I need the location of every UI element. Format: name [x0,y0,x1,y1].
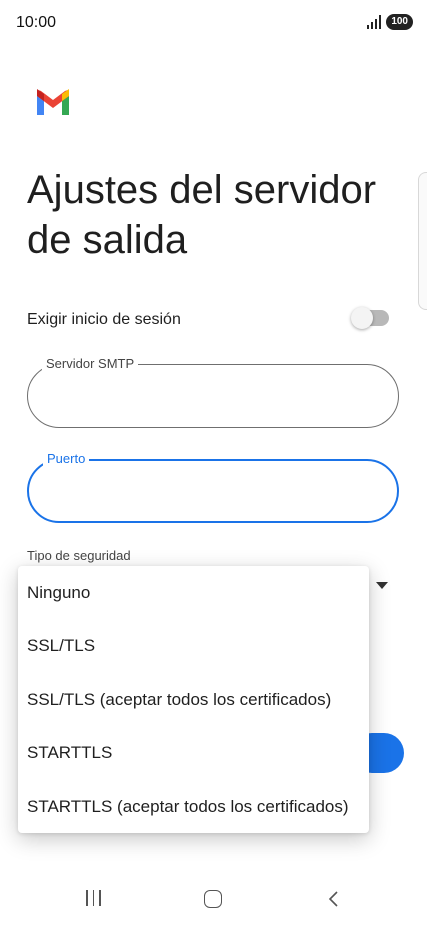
login-required-toggle[interactable] [351,307,389,329]
home-icon[interactable] [204,890,222,908]
gmail-logo-icon [37,89,69,115]
security-type-label: Tipo de seguridad [27,548,131,563]
port-input[interactable] [47,477,381,509]
security-type-menu: Ninguno SSL/TLS SSL/TLS (aceptar todos l… [18,566,369,833]
port-label: Puerto [43,451,90,467]
signal-icon [367,15,382,29]
menu-item-ssl-tls-all-certs[interactable]: SSL/TLS (aceptar todos los certificados) [18,673,369,726]
scroll-indicator [418,172,427,310]
status-indicators: 100 [367,14,413,30]
page-title: Ajustes del servidor de salida [27,168,377,262]
toggle-knob [351,307,373,329]
dropdown-arrow-icon[interactable] [376,582,388,589]
battery-icon: 100 [386,14,413,30]
login-required-label: Exigir inicio de sesión [27,311,181,328]
menu-item-none[interactable]: Ninguno [18,566,369,619]
login-required-row: Exigir inicio de sesión [27,306,397,334]
navigation-bar [0,870,427,926]
menu-item-starttls[interactable]: STARTTLS [18,726,369,779]
smtp-server-label: Servidor SMTP [42,356,139,372]
menu-item-ssl-tls[interactable]: SSL/TLS [18,619,369,672]
smtp-server-input[interactable] [46,381,380,413]
status-time: 10:00 [16,14,57,31]
back-icon[interactable] [326,890,342,908]
port-field[interactable]: Puerto [27,451,399,523]
menu-item-starttls-all-certs[interactable]: STARTTLS (aceptar todos los certificados… [18,780,369,833]
status-bar: 10:00 100 [0,0,427,46]
smtp-server-field[interactable]: Servidor SMTP [27,356,399,428]
recent-apps-icon[interactable] [86,890,101,906]
